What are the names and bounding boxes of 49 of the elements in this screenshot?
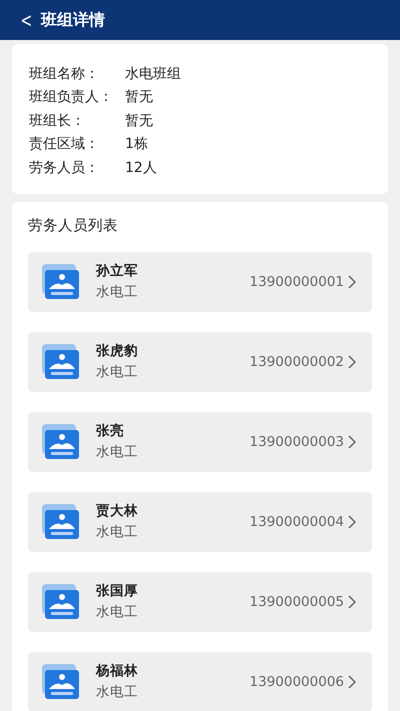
chevron-right-icon: [348, 514, 356, 528]
field-label: 班组负责人：: [29, 88, 114, 106]
phone-number: 13900000006: [250, 674, 344, 690]
worker-trade: 水电工: [96, 603, 139, 621]
field-value: 暂无: [125, 112, 153, 130]
field-value: 1栋: [125, 135, 148, 154]
worker-list-item[interactable]: 孙立军 水电工 13900000001: [28, 252, 372, 312]
worker-trade: 水电工: [96, 283, 139, 301]
worker-name: 孙立军: [96, 262, 139, 280]
section-title: 劳务人员列表: [28, 216, 119, 234]
worker-name: 贾大林: [96, 502, 139, 520]
chevron-right-icon: [348, 434, 356, 448]
worker-list-item[interactable]: 张国厚 水电工 13900000005: [28, 572, 372, 632]
image-placeholder-icon: [42, 424, 82, 460]
field-label: 班组长：: [29, 112, 86, 130]
worker-name: 张虎豹: [96, 342, 139, 360]
field-value: 12人: [125, 158, 157, 177]
worker-trade: 水电工: [96, 363, 139, 381]
chevron-right-icon: [348, 594, 356, 608]
worker-trade: 水电工: [96, 523, 139, 541]
worker-list-item[interactable]: 杨福林 水电工 13900000006: [28, 652, 372, 711]
field-value: 暂无: [125, 88, 153, 106]
image-placeholder-icon: [42, 664, 82, 700]
field-label: 班组名称：: [29, 64, 100, 83]
image-placeholder-icon: [42, 504, 82, 540]
worker-name: 张国厚: [96, 582, 139, 600]
chevron-right-icon: [348, 674, 356, 688]
field-label: 劳务人员：: [29, 158, 100, 177]
phone-number: 13900000003: [250, 434, 344, 450]
worker-trade: 水电工: [96, 683, 139, 701]
worker-trade: 水电工: [96, 443, 139, 461]
page-title: 班组详情: [40, 10, 105, 30]
field-label: 责任区域：: [29, 135, 100, 154]
back-button[interactable]: <: [20, 10, 32, 30]
phone-number: 13900000005: [250, 594, 344, 610]
worker-name: 张亮: [96, 422, 125, 440]
phone-number: 13900000004: [250, 514, 344, 530]
phone-number: 13900000002: [250, 354, 344, 370]
worker-list-item[interactable]: 贾大林 水电工 13900000004: [28, 492, 372, 552]
phone-number: 13900000001: [250, 274, 344, 290]
worker-list-item[interactable]: 张亮 水电工 13900000003: [28, 412, 372, 472]
image-placeholder-icon: [42, 584, 82, 620]
image-placeholder-icon: [42, 344, 82, 380]
field-value: 水电班组: [125, 64, 181, 83]
chevron-right-icon: [348, 354, 356, 368]
worker-name: 杨福林: [96, 662, 139, 680]
image-placeholder-icon: [42, 264, 82, 300]
worker-list-item[interactable]: 张虎豹 水电工 13900000002: [28, 332, 372, 392]
chevron-right-icon: [348, 274, 356, 288]
